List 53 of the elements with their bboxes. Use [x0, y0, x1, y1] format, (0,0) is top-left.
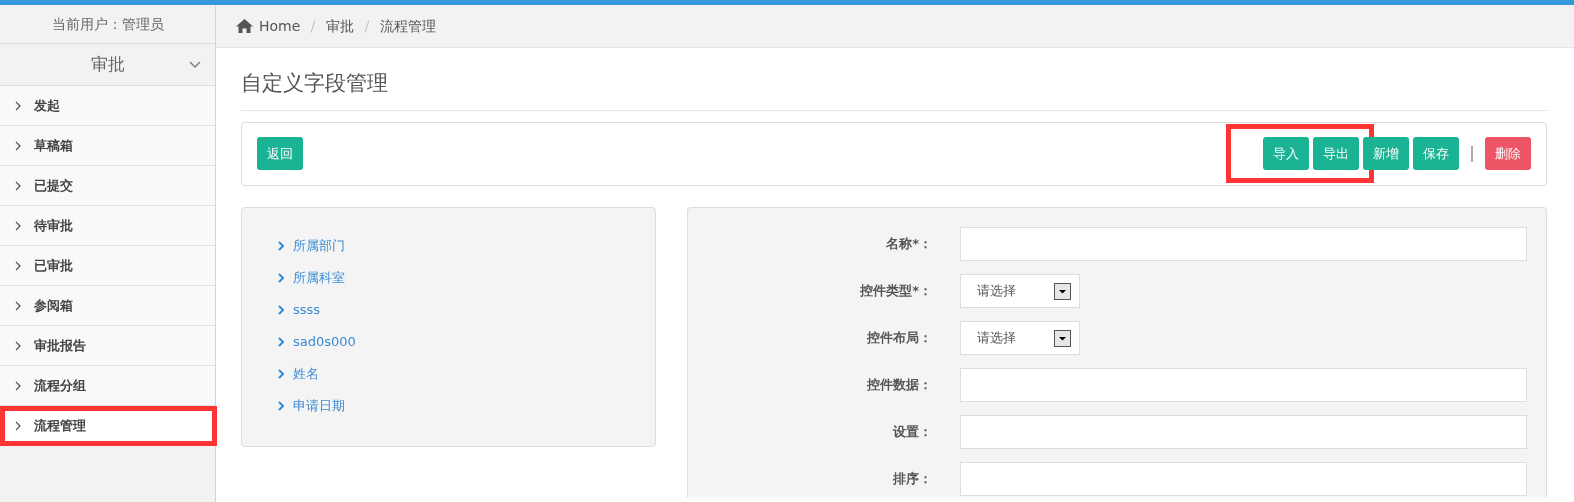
chevron-icon	[277, 272, 285, 283]
chevron-down-icon	[189, 61, 201, 69]
form-label: 控件布局：	[866, 329, 933, 348]
chevron-icon	[277, 400, 285, 411]
sidebar-item[interactable]: 发起	[0, 86, 215, 126]
chevron-icon	[14, 420, 22, 431]
form-label: 排序：	[892, 470, 933, 489]
field-list-item[interactable]: 申请日期	[277, 389, 655, 422]
select-field[interactable]: 请选择	[960, 274, 1080, 308]
input-field[interactable]	[960, 415, 1527, 449]
divider-icon	[1471, 145, 1473, 162]
chevron-icon	[277, 304, 285, 315]
breadcrumb-home-link[interactable]: Home	[259, 15, 301, 37]
slash-icon	[364, 19, 371, 33]
breadcrumb-link[interactable]: 审批	[326, 15, 355, 37]
chevron-icon	[14, 180, 22, 191]
form-label: 控件数据：	[866, 376, 933, 395]
field-list-item[interactable]: 所属科室	[277, 261, 655, 294]
input-field[interactable]	[960, 462, 1527, 496]
form-label: 控件类型*：	[859, 282, 933, 301]
chevron-icon	[277, 368, 285, 379]
sidebar-item[interactable]: 参阅箱	[0, 286, 215, 326]
chevron-icon	[277, 336, 285, 347]
select-field[interactable]: 请选择	[960, 321, 1080, 355]
toolbar-button[interactable]: 删除	[1485, 137, 1531, 170]
form-label: 名称*：	[885, 235, 933, 254]
field-list-item[interactable]: 所属部门	[277, 229, 655, 262]
chevron-icon	[14, 140, 22, 151]
input-field[interactable]	[960, 368, 1527, 402]
field-list-item[interactable]: 姓名	[277, 357, 655, 390]
chevron-icon	[14, 260, 22, 271]
sidebar-item[interactable]: 流程分组	[0, 366, 215, 406]
form-label: 设置：	[892, 423, 933, 442]
chevron-icon	[14, 220, 22, 231]
sidebar-item[interactable]: 流程管理	[0, 406, 217, 446]
sidebar-item[interactable]: 待审批	[0, 206, 215, 246]
page-title: 自定义字段管理	[241, 48, 1547, 111]
field-list-item[interactable]: sad0s000	[277, 325, 655, 358]
sidebar-item[interactable]: 审批报告	[0, 326, 215, 366]
slash-icon	[310, 19, 317, 33]
chevron-icon	[14, 300, 22, 311]
sidebar-item[interactable]: 已审批	[0, 246, 215, 286]
chevron-icon	[14, 100, 22, 111]
breadcrumb-link[interactable]: 流程管理	[380, 15, 437, 37]
home-icon	[236, 19, 253, 33]
sidebar-item[interactable]: 已提交	[0, 166, 215, 206]
field-list-item[interactable]: ssss	[277, 293, 655, 326]
current-user: 当前用户：管理员	[0, 5, 215, 44]
chevron-icon	[14, 380, 22, 391]
sidebar-item[interactable]: 草稿箱	[0, 126, 215, 166]
chevron-icon	[14, 340, 22, 351]
chevron-icon	[277, 240, 285, 251]
input-field[interactable]	[960, 227, 1527, 261]
